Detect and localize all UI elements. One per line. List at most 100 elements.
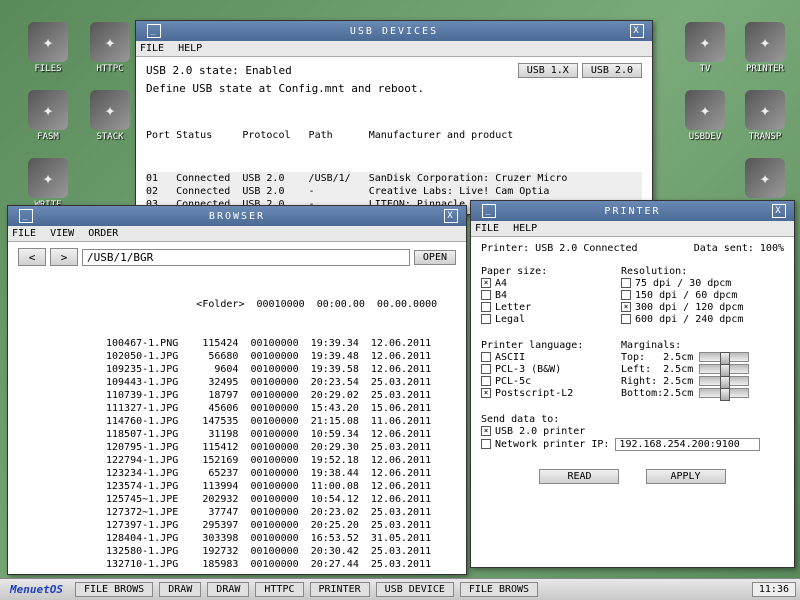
resolution-option[interactable]: 75 dpi / 30 dpcm xyxy=(621,278,743,289)
taskbar-item[interactable]: DRAW xyxy=(159,582,201,597)
checkbox-icon[interactable] xyxy=(481,388,491,398)
checkbox-icon[interactable] xyxy=(621,278,631,288)
forward-button[interactable]: > xyxy=(50,248,78,266)
minimize-icon[interactable]: _ xyxy=(482,204,496,218)
close-icon[interactable]: X xyxy=(772,204,786,218)
browser-titlebar[interactable]: _ BROWSER X xyxy=(8,206,466,226)
desktop-icon-usbdev[interactable]: ✦USBDEV xyxy=(680,90,730,145)
menu-file[interactable]: FILE xyxy=(475,223,499,234)
paper-option[interactable]: A4 xyxy=(481,278,621,289)
file-row[interactable]: 132710-1.JPG 185983 00100000 20:27.44 25… xyxy=(106,558,456,568)
menu-file[interactable]: FILE xyxy=(140,43,164,54)
checkbox-icon[interactable] xyxy=(481,290,491,300)
checkbox-icon[interactable] xyxy=(621,290,631,300)
paper-option[interactable]: Legal xyxy=(481,314,621,325)
apply-button[interactable]: APPLY xyxy=(646,469,726,484)
checkbox-icon[interactable] xyxy=(481,376,491,386)
file-row[interactable]: 100467-1.PNG 115424 00100000 19:39.34 12… xyxy=(106,337,456,350)
option-label: Letter xyxy=(495,302,531,313)
checkbox-icon[interactable] xyxy=(481,302,491,312)
file-row[interactable]: 102050-1.JPG 56680 00100000 19:39.48 12.… xyxy=(106,350,456,363)
file-row[interactable]: 111327-1.JPG 45606 00100000 15:43.20 15.… xyxy=(106,402,456,415)
marginal-slider[interactable] xyxy=(699,388,749,398)
file-row[interactable]: 110739-1.JPG 18797 00100000 20:29.02 25.… xyxy=(106,389,456,402)
file-row[interactable]: 132580-1.JPG 192732 00100000 20:30.42 25… xyxy=(106,545,456,558)
file-row[interactable]: 109443-1.JPG 32495 00100000 20:23.54 25.… xyxy=(106,376,456,389)
language-option[interactable]: ASCII xyxy=(481,352,621,363)
usb20-button[interactable]: USB 2.0 xyxy=(582,63,642,78)
paper-option[interactable]: B4 xyxy=(481,290,621,301)
back-button[interactable]: < xyxy=(18,248,46,266)
desktop-icon-files[interactable]: ✦FILES xyxy=(23,22,73,77)
paper-option[interactable]: Letter xyxy=(481,302,621,313)
taskbar-item[interactable]: FILE BROWS xyxy=(75,582,153,597)
usb-row[interactable]: 01 Connected USB 2.0 /USB/1/ SanDisk Cor… xyxy=(146,172,642,185)
file-row[interactable]: 127397-1.JPG 295397 00100000 20:25.20 25… xyxy=(106,519,456,532)
menu-help[interactable]: HELP xyxy=(178,43,202,54)
tool-icon: ✦ xyxy=(90,22,130,62)
minimize-icon[interactable]: _ xyxy=(147,24,161,38)
file-row[interactable]: 128404-1.JPG 303398 00100000 16:53.52 31… xyxy=(106,532,456,545)
taskbar-item[interactable]: FILE BROWS xyxy=(460,582,538,597)
language-option[interactable]: PCL-5c xyxy=(481,376,621,387)
language-option[interactable]: PCL-3 (B&W) xyxy=(481,364,621,375)
marginal-slider[interactable] xyxy=(699,364,749,374)
file-row[interactable]: 114760-1.JPG 147535 00100000 21:15.08 11… xyxy=(106,415,456,428)
resolution-option[interactable]: 300 dpi / 120 dpcm xyxy=(621,302,743,313)
send-data-label: Send data to: xyxy=(481,414,784,425)
desktop-icon-transp[interactable]: ✦TRANSP xyxy=(740,90,790,145)
checkbox-icon[interactable] xyxy=(481,352,491,362)
file-row[interactable]: 123234-1.JPG 65237 00100000 19:38.44 12.… xyxy=(106,467,456,480)
taskbar-item[interactable]: USB DEVICE xyxy=(376,582,454,597)
taskbar-item[interactable]: HTTPC xyxy=(255,582,303,597)
menu-help[interactable]: HELP xyxy=(513,223,537,234)
file-row[interactable]: 118507-1.JPG 31198 00100000 10:59.34 12.… xyxy=(106,428,456,441)
file-row[interactable]: 109235-1.JPG 9604 00100000 19:39.58 12.0… xyxy=(106,363,456,376)
checkbox-icon[interactable] xyxy=(481,278,491,288)
checkbox-icon[interactable] xyxy=(621,302,631,312)
checkbox-icon[interactable] xyxy=(481,426,491,436)
taskbar-item[interactable]: PRINTER xyxy=(310,582,370,597)
desktop-icon-printer[interactable]: ✦PRINTER xyxy=(740,22,790,77)
file-row[interactable]: 125745~1.JPE 202932 00100000 10:54.12 12… xyxy=(106,493,456,506)
desktop-icon-stack[interactable]: ✦STACK xyxy=(85,90,135,145)
file-row[interactable]: 127372~1.JPE 37747 00100000 20:23.02 25.… xyxy=(106,506,456,519)
path-input[interactable] xyxy=(82,249,410,266)
file-row[interactable]: 123574-1.JPG 113994 00100000 11:00.08 12… xyxy=(106,480,456,493)
minimize-icon[interactable]: _ xyxy=(19,209,33,223)
read-button[interactable]: READ xyxy=(539,469,619,484)
marginal-slider[interactable] xyxy=(699,352,749,362)
taskbar: MenuetOS FILE BROWS DRAW DRAW HTTPC PRINTER U… xyxy=(0,578,800,600)
checkbox-icon[interactable] xyxy=(481,439,491,449)
checkbox-icon[interactable] xyxy=(481,364,491,374)
usb-titlebar[interactable]: _ USB DEVICES X xyxy=(136,21,652,41)
file-row[interactable]: 122794-1.JPG 152169 00100000 19:52.18 12… xyxy=(106,454,456,467)
resolution-option[interactable]: 600 dpi / 240 dpcm xyxy=(621,314,743,325)
resolution-option[interactable]: 150 dpi / 60 dpcm xyxy=(621,290,743,301)
send-option[interactable]: USB 2.0 printer xyxy=(481,426,784,437)
checkbox-icon[interactable] xyxy=(481,314,491,324)
usb-row[interactable]: 02 Connected USB 2.0 - Creative Labs: Li… xyxy=(146,185,642,198)
marginal-slider[interactable] xyxy=(699,376,749,386)
menu-file[interactable]: FILE xyxy=(12,228,36,239)
close-icon[interactable]: X xyxy=(444,209,458,223)
menu-view[interactable]: VIEW xyxy=(50,228,74,239)
open-button[interactable]: OPEN xyxy=(414,250,456,265)
desktop-icon-tv[interactable]: ✦TV xyxy=(680,22,730,77)
network-ip-input[interactable] xyxy=(615,438,760,451)
printer-titlebar[interactable]: _ PRINTER X xyxy=(471,201,794,221)
menu-order[interactable]: ORDER xyxy=(88,228,118,239)
send-option[interactable]: Network printer IP: xyxy=(481,438,784,451)
start-button[interactable]: MenuetOS xyxy=(4,583,69,596)
marginal-row: Bottom:2.5cm xyxy=(621,388,749,399)
desktop-icon-fasm[interactable]: ✦FASM xyxy=(23,90,73,145)
language-option[interactable]: Postscript-L2 xyxy=(481,388,621,399)
desktop-icon-httpc[interactable]: ✦HTTPC xyxy=(85,22,135,77)
checkbox-icon[interactable] xyxy=(621,314,631,324)
usb-menubar: FILE HELP xyxy=(136,41,652,57)
file-row[interactable]: 120795-1.JPG 115412 00100000 20:29.30 25… xyxy=(106,441,456,454)
folder-row[interactable]: <Folder> 00010000 00:00.00 00.00.0000 xyxy=(106,298,456,311)
usb1x-button[interactable]: USB 1.X xyxy=(518,63,578,78)
taskbar-item[interactable]: DRAW xyxy=(207,582,249,597)
close-icon[interactable]: X xyxy=(630,24,644,38)
